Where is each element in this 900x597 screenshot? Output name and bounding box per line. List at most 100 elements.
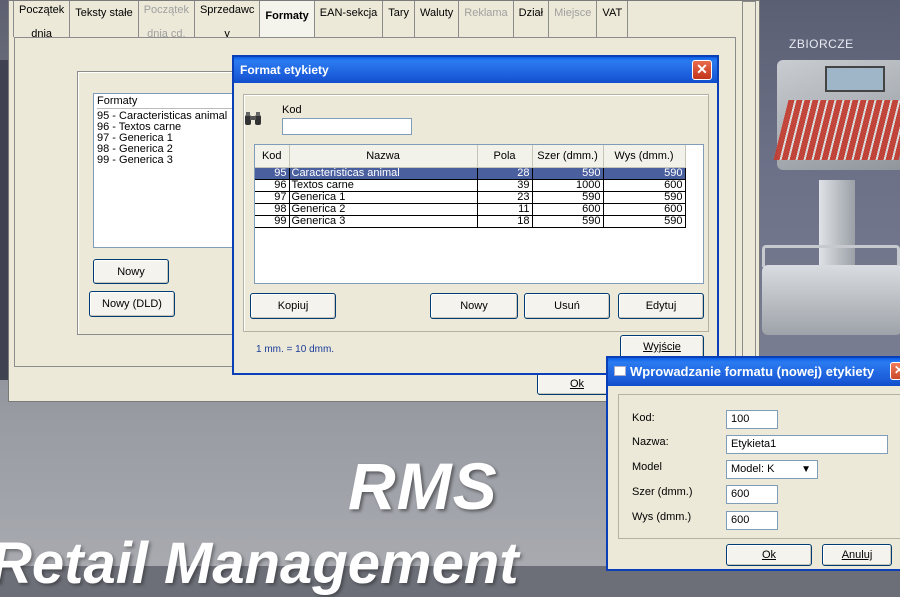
scale-label: ZBIORCZE [789, 37, 854, 51]
column-header[interactable]: Kod [255, 145, 290, 168]
tab-4[interactable]: Formaty [259, 1, 315, 39]
cell-nazwa: Textos carne [289, 179, 478, 192]
tab-3[interactable]: Sprzedawc y [193, 1, 261, 40]
scale-picture-panel: ZBIORCZE [757, 0, 900, 390]
new-format-ok-button[interactable]: Ok [726, 544, 812, 566]
formats-grid[interactable]: Kod Nazwa Pola Szer (dmm.) Wys (dmm.) 95 Cara… [254, 144, 704, 284]
new-format-cancel-button[interactable]: Anuluj [822, 544, 892, 566]
main-ok-button[interactable]: Ok [537, 373, 617, 395]
window-icon [614, 366, 626, 376]
szer-label: Szer (dmm.) [632, 486, 693, 498]
cell-wys: 590 [603, 191, 686, 204]
tab-1[interactable]: Teksty stałe [69, 1, 139, 37]
cell-kod: 97 [255, 191, 290, 204]
tab-label: Sprzedawc [199, 4, 255, 16]
kod-input[interactable]: 100 [726, 410, 778, 429]
tab-2[interactable]: Początek dnia cd. [137, 1, 195, 40]
format-dialog: Format etykiety ✕ Kod Kod Nazwa Pola Szer (… [232, 55, 719, 375]
tab-7[interactable]: Waluty [414, 1, 460, 37]
kod-search-input[interactable] [282, 118, 412, 135]
szer-input[interactable]: 600 [726, 485, 778, 504]
unit-note: 1 mm. = 10 dmm. [256, 344, 335, 355]
cell-kod: 98 [255, 203, 290, 216]
cell-wys: 600 [603, 203, 686, 216]
new-format-dialog: Wprowadzanie formatu (nowej) etykiety ✕ … [606, 356, 900, 571]
cell-wys: 590 [603, 167, 686, 180]
kod-label: Kod: [632, 412, 655, 424]
tab-6[interactable]: Tary [382, 1, 416, 37]
format-dialog-title: Format etykiety [234, 57, 717, 83]
new-button[interactable]: Nowy [430, 293, 518, 319]
wys-input[interactable]: 600 [726, 511, 778, 530]
rms-tagline: Retail Management [0, 531, 519, 596]
cell-wys: 590 [603, 215, 686, 228]
cell-kod: 99 [255, 215, 290, 228]
tab-label: VAT [602, 7, 623, 19]
cell-nazwa: Generica 2 [289, 203, 478, 216]
main-tab-strip: Początek dnia Teksty stałe Początek dnia cd.… [13, 1, 629, 40]
table-row[interactable]: 96 Textos carne 39 1000 600 [255, 179, 686, 192]
tab-label: Tary [388, 7, 410, 19]
new-format-ok-label: Ok [761, 549, 777, 561]
delete-button[interactable]: Usuń [524, 293, 610, 319]
cell-pola: 28 [477, 167, 533, 180]
column-header[interactable]: Wys (dmm.) [603, 145, 686, 168]
table-row[interactable]: 99 Generica 3 18 590 590 [255, 215, 686, 228]
new-format-button[interactable]: Nowy [93, 259, 169, 284]
window-right-edge [742, 1, 756, 371]
tab-label: Miejsce [554, 7, 592, 19]
new-format-dialog-title: Wprowadzanie formatu (nowej) etykiety [608, 358, 900, 386]
cell-szer: 590 [532, 167, 604, 180]
tab-10[interactable]: Miejsce [548, 1, 598, 37]
cell-nazwa: Generica 3 [289, 215, 478, 228]
nazwa-label: Nazwa: [632, 436, 669, 448]
cell-pola: 39 [477, 179, 533, 192]
tab-label: EAN-sekcja [319, 7, 378, 19]
cell-szer: 600 [532, 203, 604, 216]
scale-keyboard-image [773, 100, 900, 160]
model-select-value: Model: K [731, 463, 775, 475]
cell-pola: 11 [477, 203, 533, 216]
column-header[interactable]: Szer (dmm.) [532, 145, 604, 168]
exit-label: Wyjście [643, 341, 681, 353]
tab-9[interactable]: Dział [512, 1, 550, 37]
tab-label: Dział [518, 7, 544, 19]
table-row[interactable]: 95 Caracteristicas animal 28 590 590 [255, 167, 686, 180]
tab-label: Reklama [464, 7, 508, 19]
close-icon[interactable]: ✕ [890, 362, 900, 380]
tab-0[interactable]: Początek dnia [13, 1, 71, 40]
cell-kod: 96 [255, 179, 290, 192]
tab-label: Początek [19, 4, 65, 16]
scale-rail-image [762, 245, 900, 267]
nazwa-input[interactable]: Etykieta1 [726, 435, 888, 454]
column-header[interactable]: Nazwa [289, 145, 478, 168]
column-header[interactable]: Pola [477, 145, 533, 168]
formats-listbox[interactable]: Formaty 95 - Caracteristicas animal 96 - … [93, 93, 253, 248]
tab-label: Formaty [265, 10, 309, 22]
copy-button[interactable]: Kopiuj [250, 293, 336, 319]
new-dld-format-button[interactable]: Nowy (DLD) [89, 291, 175, 317]
table-row[interactable]: 98 Generica 2 11 600 600 [255, 203, 686, 216]
cell-nazwa: Caracteristicas animal [289, 167, 478, 180]
cell-pola: 18 [477, 215, 533, 228]
tab-label: Waluty [420, 7, 454, 19]
table-row[interactable]: 97 Generica 1 23 590 590 [255, 191, 686, 204]
tab-11[interactable]: VAT [596, 1, 629, 37]
cell-szer: 590 [532, 215, 604, 228]
tab-5[interactable]: EAN-sekcja [313, 1, 384, 37]
rms-logo: RMS [348, 449, 498, 523]
tab-label: Teksty stałe [75, 7, 133, 19]
kod-search-label: Kod [282, 104, 302, 116]
tab-8[interactable]: Reklama [458, 1, 514, 37]
model-select[interactable]: Model: K ▼ [726, 460, 818, 479]
cell-szer: 590 [532, 191, 604, 204]
scale-display-image [825, 66, 885, 92]
cell-kod: 95 [255, 167, 290, 180]
list-item[interactable]: 99 - Generica 3 [97, 155, 249, 166]
model-label: Model [632, 461, 662, 473]
formats-list-label: Formaty [97, 95, 249, 109]
edit-button[interactable]: Edytuj [618, 293, 704, 319]
close-icon[interactable]: ✕ [692, 60, 712, 80]
cell-pola: 23 [477, 191, 533, 204]
wys-label: Wys (dmm.) [632, 511, 692, 523]
